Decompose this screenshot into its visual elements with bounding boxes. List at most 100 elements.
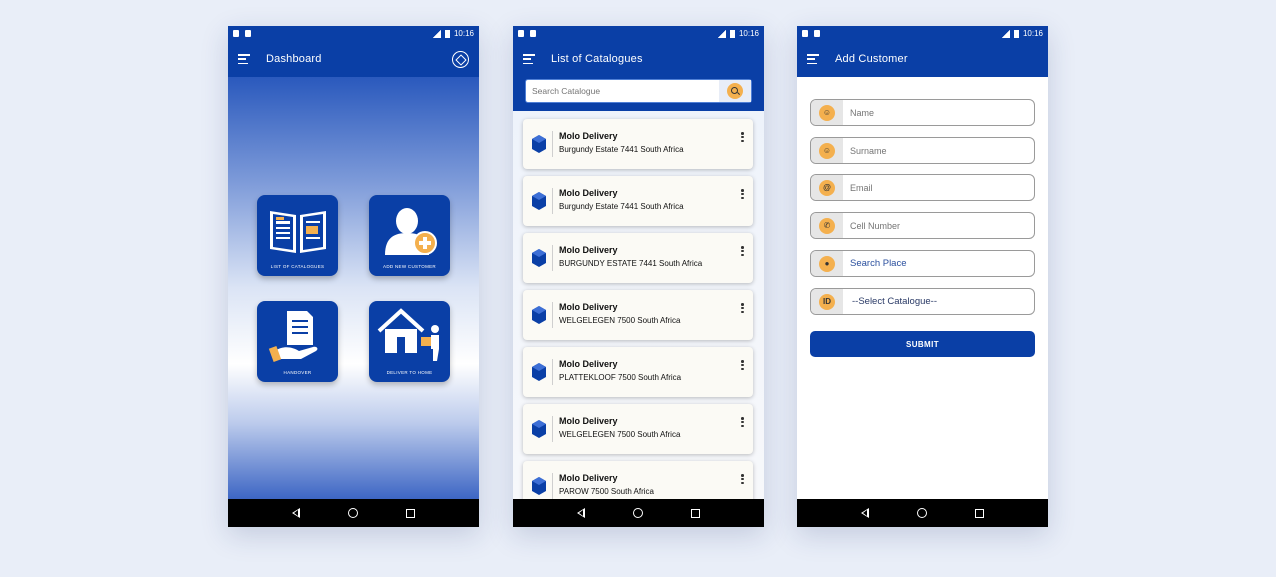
catalogue-list: Molo Delivery Burgundy Estate 7441 South…	[513, 111, 764, 499]
status-time: 10:16	[1022, 29, 1043, 38]
recent-apps-icon[interactable]	[691, 508, 700, 518]
search-icon	[727, 83, 743, 99]
list-item-title: Molo Delivery	[559, 245, 618, 255]
contact-card-icon: ☺	[819, 142, 835, 159]
tile-list-of-catalogues[interactable]: LIST OF CATALOGUES	[257, 195, 338, 276]
cell-number-input[interactable]	[843, 220, 1034, 231]
app-bar: List of Catalogues	[513, 41, 764, 77]
tile-deliver-to-home[interactable]: DELIVER TO HOME	[369, 301, 450, 382]
add-customer-screen: 10:16 Add Customer ☺ ☺ @ ✆ ● Search Plac…	[797, 26, 1048, 527]
list-item-address: WELGELEGEN 7500 South Africa	[559, 316, 681, 325]
list-item-title: Molo Delivery	[559, 188, 618, 198]
list-item-title: Molo Delivery	[559, 473, 618, 483]
list-item[interactable]: Molo Delivery PAROW 7500 South Africa	[523, 461, 753, 499]
search-place-label: Search Place	[850, 258, 907, 269]
search-button[interactable]	[719, 80, 751, 102]
more-options-icon[interactable]	[741, 417, 744, 427]
tile-label: DELIVER TO HOME	[386, 370, 433, 375]
list-item[interactable]: Molo Delivery WELGELEGEN 7500 South Afri…	[523, 290, 753, 340]
search-bar	[513, 77, 764, 111]
phone-icon: ✆	[819, 217, 835, 234]
list-item-address: PLATTEKLOOF 7500 South Africa	[559, 373, 682, 382]
signal-icon	[717, 29, 726, 38]
status-bar: 10:16	[513, 26, 764, 41]
recent-apps-icon[interactable]	[406, 508, 415, 518]
menu-icon[interactable]	[523, 54, 535, 64]
search-input[interactable]	[526, 86, 719, 96]
list-item[interactable]: Molo Delivery PLATTEKLOOF 7500 South Afr…	[523, 347, 753, 397]
package-icon	[532, 477, 546, 495]
surname-input[interactable]	[843, 145, 1034, 156]
back-icon[interactable]	[577, 508, 585, 518]
more-options-icon[interactable]	[741, 360, 744, 370]
menu-icon[interactable]	[238, 54, 250, 64]
package-icon	[532, 135, 546, 153]
tile-label: HANDOVER	[283, 370, 312, 375]
sync-icon[interactable]	[452, 50, 469, 68]
more-options-icon[interactable]	[741, 189, 744, 199]
add-user-icon	[385, 208, 437, 255]
battery-icon	[444, 29, 450, 38]
list-item-title: Molo Delivery	[559, 359, 618, 369]
notification-icon	[530, 30, 536, 37]
back-icon[interactable]	[292, 508, 300, 518]
more-options-icon[interactable]	[741, 303, 744, 313]
package-icon	[532, 249, 546, 267]
battery-icon	[1013, 29, 1019, 38]
list-item-title: Molo Delivery	[559, 416, 618, 426]
book-icon	[270, 211, 326, 253]
name-field: ☺	[810, 99, 1035, 126]
more-options-icon[interactable]	[741, 132, 744, 142]
tile-label: ADD NEW CUSTOMER	[383, 264, 436, 269]
notification-icon	[814, 30, 820, 37]
sim-icon	[802, 30, 808, 37]
cell-number-field: ✆	[810, 212, 1035, 239]
catalogues-screen: 10:16 List of Catalogues Molo Delivery B…	[513, 26, 764, 527]
package-icon	[532, 192, 546, 210]
customer-form: ☺ ☺ @ ✆ ● Search Place ID --Select Catal…	[797, 77, 1048, 499]
more-options-icon[interactable]	[741, 474, 744, 484]
list-item[interactable]: Molo Delivery BURGUNDY ESTATE 7441 South…	[523, 233, 753, 283]
menu-icon[interactable]	[807, 54, 819, 64]
more-options-icon[interactable]	[741, 246, 744, 256]
tile-label: LIST OF CATALOGUES	[270, 264, 325, 269]
page-title: List of Catalogues	[551, 53, 643, 65]
submit-button[interactable]: SUBMIT	[810, 331, 1035, 357]
list-item-address: Burgundy Estate 7441 South Africa	[559, 145, 684, 154]
dashboard-screen: 10:16 Dashboard LIST OF CATALOGUES ADD N…	[228, 26, 479, 527]
back-icon[interactable]	[861, 508, 869, 518]
app-bar: Add Customer	[797, 41, 1048, 77]
list-item[interactable]: Molo Delivery Burgundy Estate 7441 South…	[523, 176, 753, 226]
tile-handover[interactable]: HANDOVER	[257, 301, 338, 382]
dashboard-content: LIST OF CATALOGUES ADD NEW CUSTOMER HAND…	[228, 77, 479, 499]
at-sign-icon: @	[819, 179, 835, 196]
sim-icon	[233, 30, 239, 37]
home-icon[interactable]	[348, 508, 358, 518]
home-icon[interactable]	[633, 508, 643, 518]
battery-icon	[729, 29, 735, 38]
package-icon	[532, 363, 546, 381]
surname-field: ☺	[810, 137, 1035, 164]
recent-apps-icon[interactable]	[975, 508, 984, 518]
list-item[interactable]: Molo Delivery WELGELEGEN 7500 South Afri…	[523, 404, 753, 454]
search-place-field[interactable]: ● Search Place	[810, 250, 1035, 277]
list-item-address: WELGELEGEN 7500 South Africa	[559, 430, 681, 439]
search-box	[525, 79, 752, 103]
signal-icon	[1001, 29, 1010, 38]
page-title: Add Customer	[835, 53, 908, 65]
contact-card-icon: ☺	[819, 104, 835, 121]
tile-add-new-customer[interactable]: ADD NEW CUSTOMER	[369, 195, 450, 276]
id-icon: ID	[819, 293, 835, 310]
signal-icon	[432, 29, 441, 38]
catalogue-select[interactable]: ID --Select Catalogue--	[810, 288, 1035, 315]
system-nav-bar	[513, 499, 764, 527]
email-input[interactable]	[843, 182, 1034, 193]
status-time: 10:16	[453, 29, 474, 38]
notification-icon	[245, 30, 251, 37]
home-icon[interactable]	[917, 508, 927, 518]
name-input[interactable]	[843, 107, 1034, 118]
email-field: @	[810, 174, 1035, 201]
list-item[interactable]: Molo Delivery Burgundy Estate 7441 South…	[523, 119, 753, 169]
list-item-title: Molo Delivery	[559, 131, 618, 141]
deliver-home-icon	[377, 308, 439, 361]
